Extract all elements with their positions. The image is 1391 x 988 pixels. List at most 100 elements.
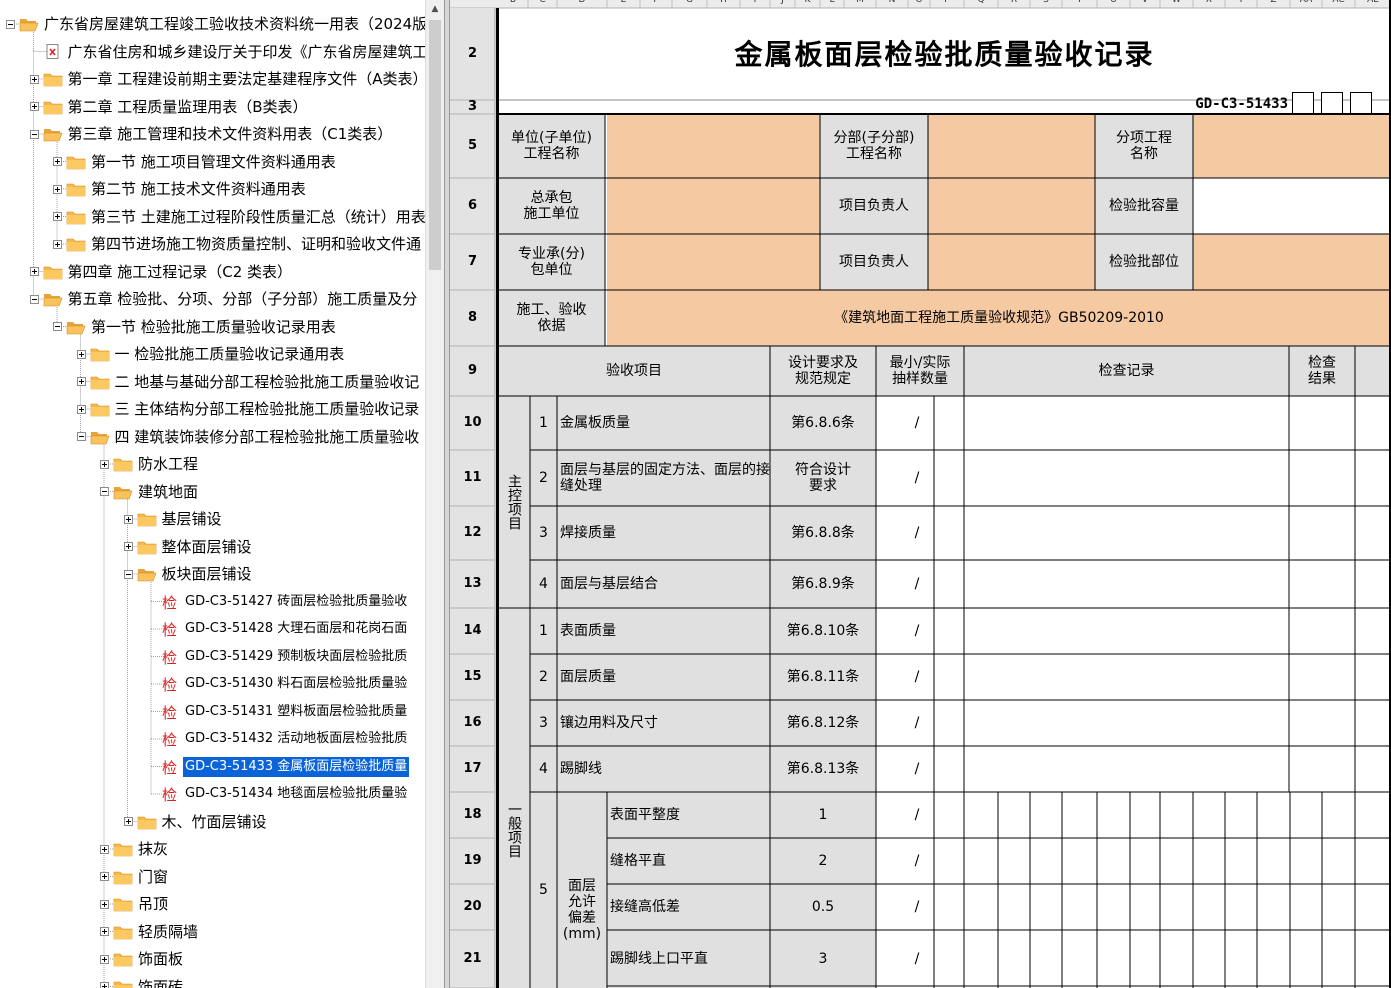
expand-icon[interactable] [100,982,109,988]
tree-node[interactable]: 第四章 施工过程记录（C2 类表） [29,261,295,283]
column-header[interactable]: K [795,0,820,6]
column-header[interactable]: S [1030,0,1062,6]
tree-node[interactable]: 板块面层铺设 [123,563,254,585]
tree-node[interactable]: 第三章 施工管理和技术文件资料用表（C1类表） [29,123,395,145]
column-header[interactable]: G [672,0,707,6]
expand-icon[interactable] [53,157,62,166]
tree-node[interactable]: 第二章 工程质量监理用表（B类表） [29,96,310,118]
row-number[interactable]: 9 [450,346,495,396]
collapse-icon[interactable] [29,129,39,139]
tree-node[interactable]: 整体面层铺设 [123,536,254,558]
column-header[interactable]: J [770,0,795,6]
row-number[interactable]: 10 [450,396,495,450]
column-header[interactable]: F [640,0,672,6]
row-number[interactable]: 11 [450,450,495,506]
project-tree-panel[interactable]: 广东省房屋建筑工程竣工验收技术资料统一用表（2024版广东省住房和城乡建设厅关于… [0,0,425,988]
tree-vertical-scrollbar[interactable]: ▲ [425,0,444,988]
column-header[interactable]: C [528,0,557,6]
row-number[interactable]: 20 [450,884,495,930]
row-number[interactable]: 14 [450,608,495,654]
column-header[interactable]: AE [1355,0,1391,6]
expand-icon[interactable] [100,844,109,854]
tree-node[interactable]: 第二节 施工技术文件资料通用表 [53,178,308,200]
row-number[interactable]: 12 [450,506,495,560]
row-number[interactable]: 7 [450,234,495,290]
expand-icon[interactable] [100,927,109,936]
expand-icon[interactable] [123,514,133,524]
row-number[interactable]: 18 [450,792,495,838]
column-header[interactable]: M [844,0,876,6]
scrollbar-thumb[interactable] [429,20,441,270]
column-header[interactable]: R [998,0,1030,6]
column-header[interactable]: D [557,0,607,6]
tree-node[interactable]: 广东省房屋建筑工程竣工验收技术资料统一用表（2024版 [6,13,425,35]
tree-node[interactable]: 第四节进场施工物资质量控制、证明和验收文件通 [53,233,423,255]
collapse-icon[interactable] [29,294,39,304]
form-code-checkbox[interactable] [1292,92,1314,114]
column-header[interactable]: Q [964,0,998,6]
column-header[interactable]: E [607,0,640,6]
collapse-icon[interactable] [100,487,109,496]
tree-node[interactable]: 检 GD-C3-51431 塑料板面层检验批质量 [147,701,409,723]
form-code-checkbox[interactable] [1350,92,1372,114]
collapse-icon[interactable] [76,432,86,441]
tree-node[interactable]: 第五章 检验批、分项、分部（子分部）施工质量及分 [29,288,420,310]
tree-node[interactable]: 轻质隔墙 [100,921,200,943]
tree-node[interactable]: 防水工程 [100,453,200,475]
column-header[interactable]: AC [1322,0,1355,6]
tree-node[interactable]: 检 GD-C3-51432 活动地板面层检验批质 [147,728,409,750]
column-header[interactable]: Y [1225,0,1257,6]
tree-node[interactable]: 第一节 施工项目管理文件资料通用表 [53,151,338,173]
column-header[interactable]: I [740,0,770,6]
tree-node[interactable]: 检 GD-C3-51430 料石面层检验批质量验 [147,673,409,695]
tree-node[interactable]: 三 主体结构分部工程检验批施工质量验收记录 [76,398,422,420]
scroll-up-arrow-icon[interactable]: ▲ [426,0,444,18]
row-number[interactable]: 6 [450,178,495,234]
tree-node-selected[interactable]: 检 GD-C3-51433 金属板面层检验批质量 [147,756,410,778]
tree-node[interactable]: 检 GD-C3-51427 砖面层检验批质量验收 [147,591,409,613]
row-number[interactable]: 16 [450,700,495,746]
row-number[interactable]: 21 [450,930,495,988]
expand-icon[interactable] [123,817,133,826]
tree-node[interactable]: 吊顶 [100,893,170,915]
row-number[interactable]: 5 [450,114,495,178]
tree-node[interactable]: 木、竹面层铺设 [123,811,269,833]
expand-icon[interactable] [100,954,109,964]
collapse-icon[interactable] [53,322,62,331]
tree-node[interactable]: 第一章 工程建设前期主要法定基建程序文件（A类表） [29,68,425,90]
tree-node[interactable]: 一 检验批施工质量验收记录通用表 [76,343,347,365]
tree-node[interactable]: 二 地基与基础分部工程检验批施工质量验收记 [76,371,422,393]
column-header[interactable]: H [707,0,740,6]
collapse-icon[interactable] [123,569,133,579]
expand-icon[interactable] [76,349,86,359]
expand-icon[interactable] [29,267,39,276]
row-number[interactable]: 13 [450,560,495,608]
column-header[interactable]: W [1160,0,1193,6]
expand-icon[interactable] [53,184,62,194]
tree-node[interactable]: 四 建筑装饰装修分部工程检验批施工质量验收 [76,426,422,448]
tree-node[interactable]: 抹灰 [100,838,170,860]
column-header[interactable]: Z [1257,0,1290,6]
expand-icon[interactable] [76,377,86,386]
row-number[interactable]: 3 [450,100,495,114]
form-code-checkbox[interactable] [1321,92,1343,114]
expand-icon[interactable] [29,74,39,84]
spreadsheet-view[interactable]: B C D E F G H I J K L M N O P Q R S T U V W X Y Z AA AC AE 2 3 5 6 7 8 9 10… [450,0,1391,988]
expand-icon[interactable] [53,212,62,221]
tree-node[interactable]: 检 GD-C3-51434 地毯面层检验批质量验 [147,783,409,805]
tree-node[interactable]: 广东省住房和城乡建设厅关于印发《广东省房屋建筑工 [30,41,425,63]
expand-icon[interactable] [76,404,86,414]
column-header[interactable]: AA [1290,0,1322,6]
tree-node[interactable]: 饰面砖 [100,976,185,988]
column-header[interactable]: U [1097,0,1130,6]
column-header[interactable]: X [1193,0,1225,6]
expand-icon[interactable] [53,239,62,249]
row-number[interactable]: 17 [450,746,495,792]
column-header[interactable]: N [876,0,908,6]
tree-node[interactable]: 检 GD-C3-51428 大理石面层和花岗石面 [147,618,409,640]
tree-node[interactable]: 基层铺设 [123,508,224,530]
tree-node[interactable]: 检 GD-C3-51429 预制板块面层检验批质 [147,646,409,668]
expand-icon[interactable] [100,899,109,909]
tree-node[interactable]: 建筑地面 [100,481,200,503]
column-header[interactable]: B [498,0,528,6]
